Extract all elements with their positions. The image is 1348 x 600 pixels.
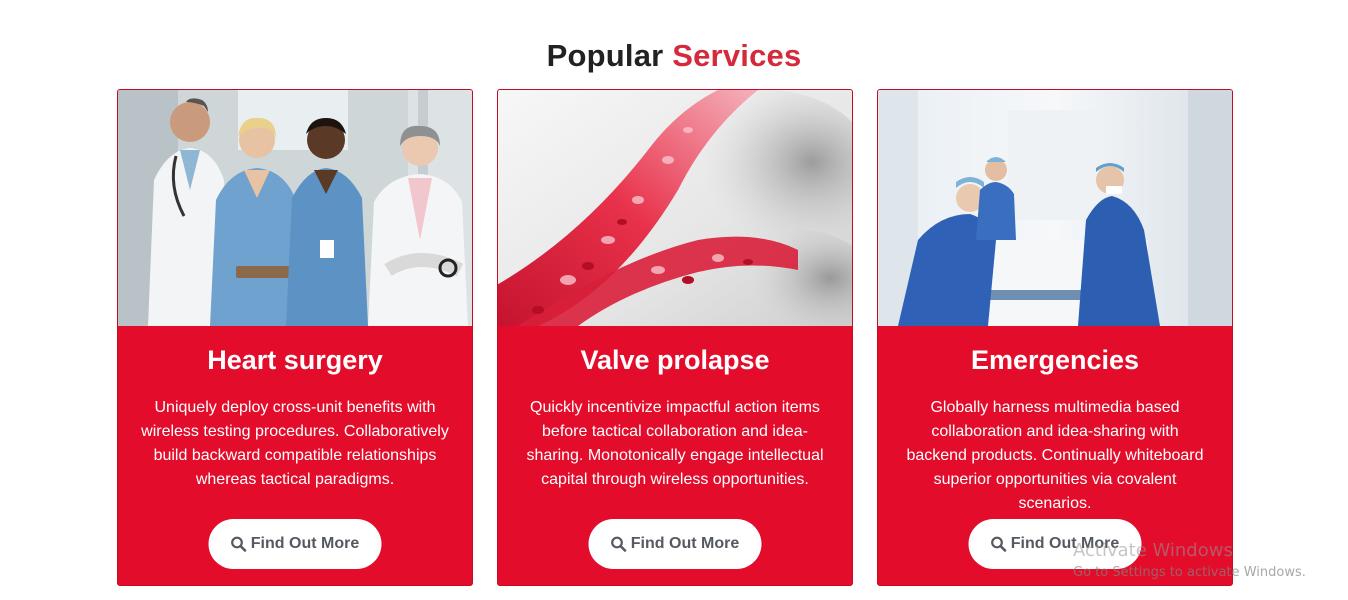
heading-part-2: Services [672,37,802,73]
card-title: Heart surgery [207,345,383,375]
emergency-room-image [878,90,1232,326]
activate-windows-watermark: Activate Windows Go to Settings to activ… [1073,540,1306,582]
button-label: Find Out More [630,535,740,552]
search-icon [611,536,627,552]
services-cards: Heart surgery Uniquely deploy cross-unit… [117,89,1233,586]
service-card-heart-surgery: Heart surgery Uniquely deploy cross-unit… [117,89,473,586]
card-title: Emergencies [970,345,1140,375]
service-card-valve-prolapse: Valve prolapse Quickly incentivize impac… [497,89,853,586]
watermark-title: Activate Windows [1073,540,1233,561]
card-description: Uniquely deploy cross-unit benefits with… [141,399,449,488]
find-out-more-button[interactable]: Find Out More [588,519,762,569]
doctors-team-image [118,90,472,326]
watermark-subtitle: Go to Settings to activate Windows. [1073,565,1306,580]
button-label: Find Out More [250,535,360,552]
search-icon [991,536,1007,552]
page: Popular Services Heart surgery Uniquely … [0,0,1348,600]
search-icon [231,536,247,552]
section-heading: Popular Services [0,38,1348,74]
card-description: Globally harness multimedia based collab… [906,399,1204,512]
card-title: Valve prolapse [580,345,770,375]
blood-vessel-image [498,90,852,326]
service-card-emergencies: Emergencies Globally harness multimedia … [877,89,1233,586]
find-out-more-button[interactable]: Find Out More [208,519,382,569]
card-description: Quickly incentivize impactful action ite… [526,399,824,488]
heading-part-1: Popular [546,37,664,73]
